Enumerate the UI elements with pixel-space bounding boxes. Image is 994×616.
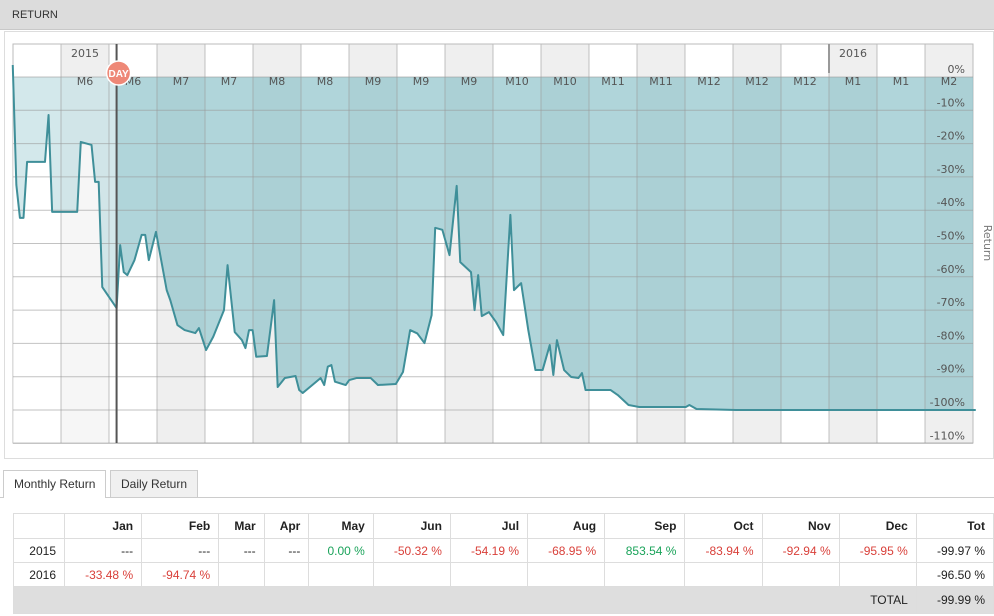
month-label: M2 [941, 75, 958, 88]
y-tick-label: -60% [937, 263, 965, 276]
year-label: 2016 [839, 47, 867, 60]
month-label: M10 [553, 75, 577, 88]
return-cell: -68.95 % [527, 538, 606, 563]
y-tick-label: -110% [930, 429, 965, 442]
column-header: Apr [263, 513, 310, 539]
return-cell [604, 562, 686, 587]
y-tick-label: -50% [937, 230, 965, 243]
total-label: TOTAL [13, 586, 917, 614]
table-row: 2016 -33.48 % -94.74 % -96.50 % [13, 562, 994, 587]
month-label: M11 [601, 75, 625, 88]
return-cell: -96.50 % [915, 562, 994, 587]
month-label: M9 [413, 75, 430, 88]
column-header: Oct [684, 513, 763, 539]
return-cell [449, 562, 529, 587]
return-cell: 0.00 % [308, 538, 374, 563]
y-axis-label: Return [981, 225, 994, 262]
y-tick-label: -20% [937, 130, 965, 143]
return-cell: --- [263, 538, 310, 563]
return-cell: --- [141, 538, 220, 563]
return-cell [684, 562, 763, 587]
column-header: Jul [449, 513, 529, 539]
return-cell [218, 562, 265, 587]
y-tick-label: -80% [937, 329, 965, 342]
tab-monthly-return[interactable]: Monthly Return [3, 470, 107, 498]
return-cell: -33.48 % [63, 562, 143, 587]
return-cell [308, 562, 374, 587]
month-label: M6 [77, 75, 94, 88]
y-tick-label: -100% [930, 396, 965, 409]
year-cell: 2016 [13, 562, 65, 587]
total-row: TOTAL -99.99 % [13, 586, 994, 614]
month-label: M10 [505, 75, 529, 88]
return-cell [838, 562, 917, 587]
column-header: Feb [141, 513, 220, 539]
column-header: Mar [218, 513, 265, 539]
y-tick-label: -40% [937, 196, 965, 209]
table-row: 2015 --- --- --- --- 0.00 % -50.32 % -54.19 % -6… [13, 538, 994, 563]
month-label: M12 [697, 75, 721, 88]
total-value: -99.99 % [915, 586, 994, 614]
monthly-return-table: Jan Feb Mar Apr May Jun Jul Aug Sep Oct Nov Dec Tot … [13, 513, 994, 614]
return-cell: -83.94 % [684, 538, 763, 563]
return-cell [263, 562, 310, 587]
month-label: M8 [269, 75, 286, 88]
return-cell: -54.19 % [449, 538, 529, 563]
return-cell: -92.94 % [761, 538, 840, 563]
month-label: M9 [365, 75, 382, 88]
y-tick-label: -10% [937, 96, 965, 109]
column-header: Tot [915, 513, 994, 539]
month-label: M7 [173, 75, 190, 88]
y-tick-label: -30% [937, 163, 965, 176]
month-label: M8 [317, 75, 334, 88]
tab-bar: Monthly Return Daily Return [0, 468, 994, 498]
return-chart: 0%-10%-20%-30%-40%-50%-60%-70%-80%-90%-1… [11, 43, 994, 444]
month-label: M1 [893, 75, 910, 88]
column-header: Dec [838, 513, 917, 539]
month-label: M12 [745, 75, 769, 88]
return-cell: -94.74 % [141, 562, 220, 587]
column-header: Jan [63, 513, 143, 539]
return-cell [372, 562, 451, 587]
month-label: M12 [793, 75, 817, 88]
return-cell: -95.95 % [838, 538, 917, 563]
year-cell: 2015 [13, 538, 65, 563]
return-cell: --- [63, 538, 143, 563]
y-tick-label: -90% [937, 363, 965, 376]
y-tick-label: -70% [937, 296, 965, 309]
return-cell: --- [218, 538, 265, 563]
tab-daily-return[interactable]: Daily Return [110, 470, 199, 497]
column-header: Nov [761, 513, 840, 539]
column-header: Aug [527, 513, 606, 539]
month-label: M1 [845, 75, 862, 88]
day-marker-label: DAY [108, 69, 129, 80]
return-cell: -50.32 % [372, 538, 451, 563]
month-label: M9 [461, 75, 478, 88]
return-cell [761, 562, 840, 587]
month-label: M11 [649, 75, 673, 88]
column-header [13, 513, 65, 539]
column-header: Sep [604, 513, 686, 539]
return-cell: -99.97 % [915, 538, 994, 563]
month-label: M7 [221, 75, 238, 88]
column-header: May [308, 513, 374, 539]
return-cell [527, 562, 606, 587]
year-label: 2015 [71, 47, 99, 60]
return-cell: 853.54 % [604, 538, 686, 563]
column-header: Jun [372, 513, 451, 539]
